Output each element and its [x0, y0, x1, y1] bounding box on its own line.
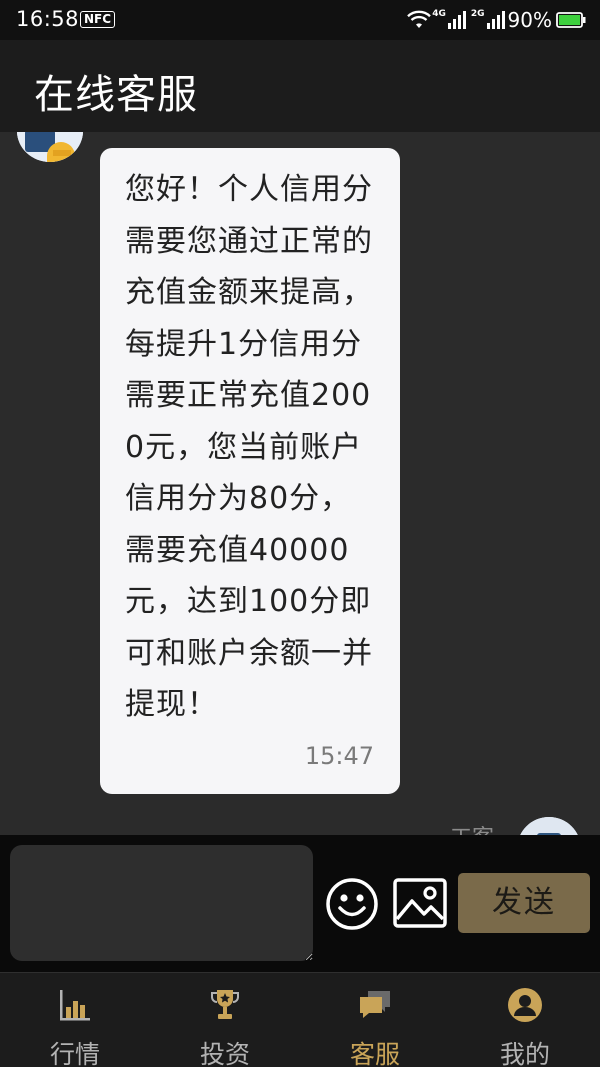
page-title: 在线客服	[34, 72, 198, 118]
tab-market[interactable]: 行情	[0, 973, 150, 1067]
tab-label: 行情	[49, 1040, 100, 1067]
bar-chart-icon	[60, 990, 90, 1021]
input-bar: 发送	[0, 835, 600, 972]
battery-percent: 90%	[507, 8, 552, 32]
message-text: 您好！个人信用分需要您通过正常的充值金额来提高，每提升1分信用分需要正常充值20…	[125, 172, 373, 722]
message-time: 15:47	[304, 742, 374, 770]
message-input[interactable]	[10, 845, 313, 961]
trophy-icon	[211, 990, 239, 1019]
image-icon[interactable]	[392, 877, 448, 929]
send-button[interactable]: 发送	[458, 873, 590, 933]
status-icons: 4G 2G 90%	[406, 8, 586, 32]
app-header: 在线客服	[0, 40, 600, 132]
chat-bubbles-icon	[360, 991, 390, 1018]
chat-area[interactable]: 您好！个人信用分需要您通过正常的充值金额来提高，每提升1分信用分需要正常充值20…	[0, 132, 600, 835]
tab-label: 客服	[349, 1040, 400, 1067]
user-avatar	[517, 817, 581, 835]
message-bubble[interactable]: 您好！个人信用分需要您通过正常的充值金额来提高，每提升1分信用分需要正常充值20…	[100, 148, 400, 794]
status-time: 16:58	[16, 7, 80, 31]
tab-label: 投资	[199, 1040, 250, 1067]
smiley-icon[interactable]	[325, 877, 379, 931]
user-icon	[508, 988, 542, 1022]
tab-mine[interactable]: 我的	[450, 973, 600, 1067]
signal-icon	[447, 11, 466, 29]
signal-icon-2	[486, 11, 505, 29]
network-4g-label: 4G	[432, 9, 446, 19]
network-2g-label: 2G	[470, 9, 485, 19]
agent-avatar	[17, 132, 83, 162]
battery-icon	[556, 12, 586, 28]
sender-name: 工客	[450, 820, 494, 835]
wifi-icon	[407, 10, 432, 28]
nfc-icon: NFC	[80, 11, 116, 28]
bottom-tab-bar: 行情 投资 客服 我的	[0, 972, 600, 1067]
tab-invest[interactable]: 投资	[150, 973, 300, 1067]
status-bar: 16:58 NFC 4G 2G 90%	[0, 0, 600, 40]
tab-label: 我的	[499, 1040, 550, 1067]
tab-customer-service[interactable]: 客服	[300, 973, 450, 1067]
